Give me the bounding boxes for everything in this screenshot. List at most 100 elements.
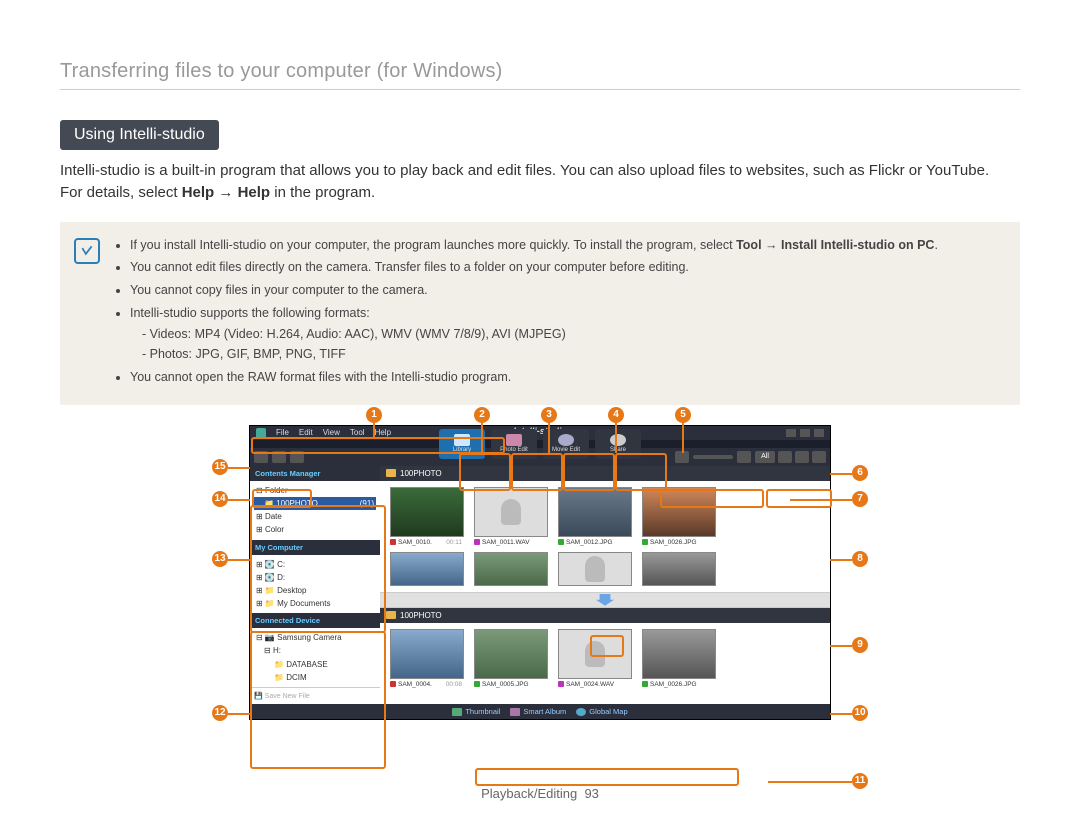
tree-folder[interactable]: ⊟ Folder bbox=[254, 484, 376, 497]
maximize-button[interactable] bbox=[800, 429, 810, 437]
thumbnail-image bbox=[558, 552, 632, 586]
pane-divider[interactable] bbox=[380, 592, 830, 608]
filetype-icon bbox=[558, 681, 564, 687]
close-button[interactable] bbox=[814, 429, 824, 437]
zoom-in-button[interactable] bbox=[737, 451, 751, 463]
tree-camera[interactable]: ⊟ 📷 Samsung Camera bbox=[254, 631, 376, 644]
screenshot-annotated: File Edit View Tool Help Intelli-studio … bbox=[220, 425, 860, 720]
thumbnail-image bbox=[558, 487, 632, 537]
thumbnail-item[interactable]: SAM_0005.JPG bbox=[474, 629, 546, 688]
callout-4: 4 bbox=[608, 407, 624, 423]
zoom-slider[interactable] bbox=[693, 455, 733, 459]
minimize-button[interactable] bbox=[786, 429, 796, 437]
callout-6: 6 bbox=[852, 465, 868, 481]
thumbnail-caption: SAM_0012.JPG bbox=[558, 537, 630, 546]
contents-tree: ⊟ Folder 📁 100PHOTO (91) ⊞ Date ⊞ Color bbox=[250, 481, 380, 540]
thumbnail-caption: SAM_0011.WAV bbox=[474, 537, 546, 546]
filetype-icon bbox=[390, 539, 396, 545]
thumbnail-item[interactable]: SAM_0026.JPG bbox=[642, 487, 714, 546]
sidebar-mycomputer-header: My Computer bbox=[250, 540, 380, 555]
thumbnail-item[interactable]: SAM_0004.00:08 bbox=[390, 629, 462, 688]
note-bullet-1: If you install Intelli-studio on your co… bbox=[130, 236, 938, 255]
intro-2b: Help bbox=[182, 184, 215, 201]
thumbnail-item[interactable] bbox=[390, 552, 462, 586]
thumbnail-item[interactable]: SAM_0011.WAV bbox=[474, 487, 546, 546]
nav-back-button[interactable] bbox=[254, 451, 268, 463]
menu-tool[interactable]: Tool bbox=[350, 428, 365, 437]
section-badge: Using Intelli-studio bbox=[60, 120, 219, 150]
callout-2: 2 bbox=[474, 407, 490, 423]
intro-text: Intelli-studio is a built-in program tha… bbox=[60, 160, 1020, 204]
tree-date[interactable]: ⊞ Date bbox=[254, 510, 376, 523]
note-sub-photos: Photos: JPG, GIF, BMP, PNG, TIFF bbox=[130, 345, 938, 364]
tree-dcim[interactable]: 📁 DCIM bbox=[254, 671, 376, 684]
zoom-out-button[interactable] bbox=[675, 451, 689, 463]
filter-video-button[interactable] bbox=[795, 451, 809, 463]
note-bullet-4: Intelli-studio supports the following fo… bbox=[130, 304, 938, 364]
tree-database[interactable]: 📁 DATABASE bbox=[254, 658, 376, 671]
main-content: 100PHOTO SAM_0010.00:11 SAM_0011.WAV SAM_0… bbox=[380, 466, 830, 704]
thumbnail-image bbox=[390, 629, 464, 679]
toolbar: Intelli-studio Library Photo Edit Movie … bbox=[250, 440, 830, 448]
save-new-file[interactable]: 💾 Save New File bbox=[250, 687, 380, 704]
note-bullet-2: You cannot edit files directly on the ca… bbox=[130, 258, 938, 277]
filter-image-button[interactable] bbox=[778, 451, 792, 463]
menu-view[interactable]: View bbox=[323, 428, 340, 437]
movie-edit-button[interactable]: Movie Edit bbox=[543, 429, 589, 459]
app-icon bbox=[256, 428, 266, 438]
thumbnail-item[interactable] bbox=[642, 552, 714, 586]
library-button[interactable]: Library bbox=[439, 429, 485, 459]
callout-10: 10 bbox=[852, 705, 868, 721]
view-smartalbum-button[interactable]: Smart Album bbox=[510, 707, 566, 716]
menu-file[interactable]: File bbox=[276, 428, 289, 437]
filter-all-button[interactable]: All bbox=[755, 451, 775, 463]
photo-edit-button[interactable]: Photo Edit bbox=[491, 429, 537, 459]
thumbnail-image bbox=[474, 487, 548, 537]
view-thumbnail-button[interactable]: Thumbnail bbox=[452, 707, 500, 716]
callout-15: 15 bbox=[212, 459, 228, 475]
thumbnail-item[interactable]: SAM_0024.WAV bbox=[558, 629, 630, 688]
thumbnail-item[interactable]: SAM_0010.00:11 bbox=[390, 487, 462, 546]
thumbnail-caption: SAM_0024.WAV bbox=[558, 679, 630, 688]
share-button[interactable]: Share bbox=[595, 429, 641, 459]
footer-page-number: 93 bbox=[584, 786, 598, 801]
filetype-icon bbox=[390, 681, 396, 687]
tree-color[interactable]: ⊞ Color bbox=[254, 523, 376, 536]
breadcrumb: Transferring files to your computer (for… bbox=[60, 60, 1020, 90]
thumbnail-caption: SAM_0026.JPG bbox=[642, 679, 714, 688]
note-icon bbox=[74, 238, 100, 264]
tree-desktop[interactable]: ⊞ 📁 Desktop bbox=[254, 584, 376, 597]
nav-up-button[interactable] bbox=[290, 451, 304, 463]
thumbnail-item[interactable] bbox=[558, 552, 630, 586]
tree-mydocs[interactable]: ⊞ 📁 My Documents bbox=[254, 597, 376, 610]
sidebar-contents-header: Contents Manager bbox=[250, 466, 380, 481]
folder-header-top: 100PHOTO bbox=[380, 466, 830, 481]
folder-icon bbox=[386, 611, 396, 619]
callout-12: 12 bbox=[212, 705, 228, 721]
tree-100photo[interactable]: 📁 100PHOTO (91) bbox=[254, 497, 376, 510]
menu-help[interactable]: Help bbox=[375, 428, 391, 437]
menu-edit[interactable]: Edit bbox=[299, 428, 313, 437]
thumbnail-caption: SAM_0026.JPG bbox=[642, 537, 714, 546]
thumbnail-grid-bottom: SAM_0004.00:08 SAM_0005.JPG SAM_0024.WAV SA… bbox=[380, 623, 830, 694]
callout-13: 13 bbox=[212, 551, 228, 567]
filter-audio-button[interactable] bbox=[812, 451, 826, 463]
thumbnail-item[interactable] bbox=[474, 552, 546, 586]
tree-h[interactable]: ⊟ H: bbox=[254, 644, 376, 657]
filetype-icon bbox=[642, 539, 648, 545]
intro-line1: Intelli-studio is a built-in program tha… bbox=[60, 162, 989, 179]
bottom-bar: Thumbnail Smart Album Global Map bbox=[250, 704, 830, 719]
app-window: File Edit View Tool Help Intelli-studio … bbox=[249, 425, 831, 720]
filetype-icon bbox=[558, 539, 564, 545]
thumbnail-item[interactable]: SAM_0012.JPG bbox=[558, 487, 630, 546]
tree-c[interactable]: ⊞ 💽 C: bbox=[254, 558, 376, 571]
callout-14: 14 bbox=[212, 491, 228, 507]
thumbnail-caption: SAM_0004.00:08 bbox=[390, 679, 462, 688]
callout-9: 9 bbox=[852, 637, 868, 653]
nav-forward-button[interactable] bbox=[272, 451, 286, 463]
thumbnail-item[interactable]: SAM_0026.JPG bbox=[642, 629, 714, 688]
tree-d[interactable]: ⊞ 💽 D: bbox=[254, 571, 376, 584]
thumbnail-image bbox=[390, 487, 464, 537]
filetype-icon bbox=[474, 539, 480, 545]
view-globalmap-button[interactable]: Global Map bbox=[576, 707, 627, 716]
